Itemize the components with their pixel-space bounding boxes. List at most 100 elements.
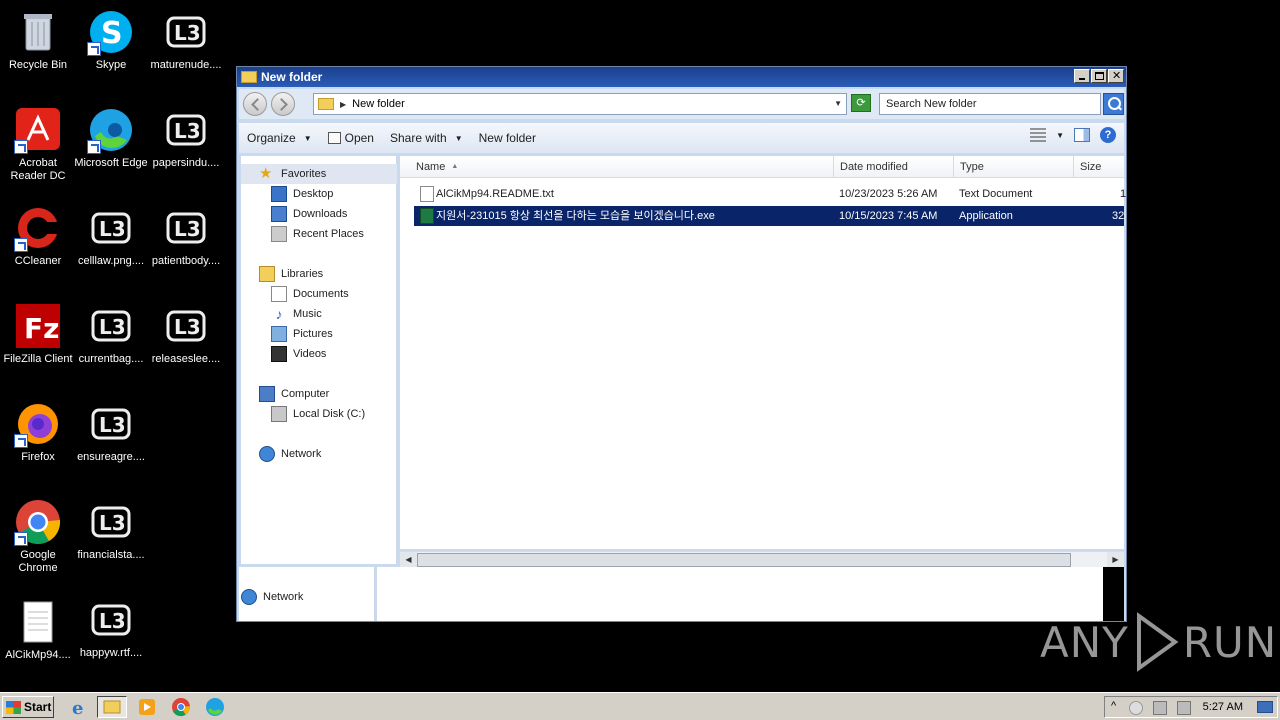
acrobat-icon <box>14 106 62 154</box>
network-icon <box>241 589 257 605</box>
desktop-icon-papersindu[interactable]: L3 papersindu.... <box>148 106 224 170</box>
column-date-modified[interactable]: Date modified <box>834 156 954 178</box>
generic-doc-icon: L3 <box>87 498 135 546</box>
address-bar: ▶ New folder ▼ ⟳ Search New folder <box>239 89 1124 119</box>
column-header: Name ▲ Date modified Type Size <box>400 156 1124 178</box>
nav-item-pictures[interactable]: Pictures <box>241 324 333 344</box>
chrome-taskbar-icon[interactable] <box>171 697 191 717</box>
breadcrumb-arrow-icon[interactable]: ▶ <box>340 100 346 109</box>
navigation-pane: ★ Favorites Desktop Downloads Recent Plac… <box>241 156 397 564</box>
horizontal-scrollbar[interactable]: ◀ ▶ <box>400 551 1124 568</box>
nav-item-label: Recent Places <box>293 228 364 240</box>
organize-button[interactable]: Organize ▼ <box>239 127 320 149</box>
ccleaner-icon <box>14 204 62 252</box>
chevron-up-icon[interactable]: ^ <box>1111 700 1116 712</box>
address-box[interactable]: ▶ New folder ▼ <box>313 93 847 115</box>
generic-doc-icon: L3 <box>162 204 210 252</box>
svg-text:L3: L3 <box>99 413 126 437</box>
nav-item-videos[interactable]: Videos <box>241 344 326 364</box>
network-tray-icon[interactable] <box>1153 701 1167 715</box>
breadcrumb[interactable]: New folder <box>352 98 405 110</box>
clock[interactable]: 5:27 AM <box>1203 701 1243 713</box>
new-folder-button[interactable]: New folder <box>471 127 544 149</box>
desktop-icon-maturenude[interactable]: L3 maturenude.... <box>148 8 224 72</box>
desktop-icon-chrome[interactable]: Google Chrome <box>0 498 76 575</box>
edge-taskbar-icon[interactable] <box>205 697 225 717</box>
desktop-icon-skype[interactable]: S Skype <box>73 8 149 72</box>
recycle-bin-icon <box>14 8 62 56</box>
desktop-icon-recycle-bin[interactable]: Recycle Bin <box>0 8 76 72</box>
svg-text:L3: L3 <box>99 511 126 535</box>
help-icon[interactable]: ? <box>1100 127 1116 143</box>
column-type[interactable]: Type <box>954 156 1074 178</box>
desktop-icon-patientbody[interactable]: L3 patientbody.... <box>148 204 224 268</box>
column-size[interactable]: Size <box>1074 156 1124 178</box>
text-file-icon <box>420 186 434 202</box>
volume-icon[interactable] <box>1177 701 1191 715</box>
desktop-icon-celllaw[interactable]: L3 celllaw.png.... <box>73 204 149 268</box>
nav-item-label: Documents <box>293 288 349 300</box>
nav-item-desktop[interactable]: Desktop <box>241 184 333 204</box>
search-input[interactable]: Search New folder <box>879 93 1101 115</box>
desktop-icon-readme[interactable]: AlCikMp94.... <box>0 598 76 662</box>
file-date: 10/15/2023 7:45 AM <box>839 210 938 222</box>
nav-item-documents[interactable]: Documents <box>241 284 349 304</box>
edge-icon <box>87 106 135 154</box>
back-button[interactable] <box>243 92 267 116</box>
start-button[interactable]: Start <box>2 696 54 718</box>
nav-item-downloads[interactable]: Downloads <box>241 204 347 224</box>
nav-item-libraries[interactable]: Libraries <box>241 264 323 284</box>
column-name[interactable]: Name ▲ <box>400 156 834 178</box>
file-date: 10/23/2023 5:26 AM <box>839 188 938 200</box>
forward-button[interactable] <box>271 92 295 116</box>
nav-item-network-bottom[interactable]: Network <box>239 587 303 607</box>
nav-item-music[interactable]: ♪ Music <box>241 304 322 324</box>
explorer-taskbar-icon[interactable] <box>97 696 127 718</box>
chevron-down-icon[interactable]: ▼ <box>1056 131 1064 140</box>
window-titlebar[interactable]: New folder ✕ <box>237 67 1126 87</box>
table-row[interactable]: 지원서-231015 항상 최선을 다하는 모습을 보이겠습니다.exe 10/… <box>414 206 1124 226</box>
chevron-down-icon: ▼ <box>454 133 463 143</box>
action-center-icon[interactable] <box>1129 701 1143 715</box>
preview-pane-icon[interactable] <box>1074 128 1090 142</box>
scroll-thumb[interactable] <box>417 553 1071 567</box>
desktop-icon-edge[interactable]: Microsoft Edge <box>73 106 149 170</box>
chrome-icon <box>14 498 62 546</box>
change-view-icon[interactable] <box>1030 128 1047 142</box>
minimize-button[interactable] <box>1074 69 1090 83</box>
desktop-icon-ensureagre[interactable]: L3 ensureagre.... <box>73 400 149 464</box>
search-icon[interactable] <box>1103 93 1124 115</box>
libraries-icon <box>259 266 275 282</box>
chevron-down-icon[interactable]: ▼ <box>834 99 842 108</box>
nav-item-recent-places[interactable]: Recent Places <box>241 224 364 244</box>
desktop-icon-acrobat[interactable]: Acrobat Reader DC <box>0 106 76 183</box>
desktop-icon-ccleaner[interactable]: CCleaner <box>0 204 76 268</box>
text-file-icon <box>14 598 62 646</box>
nav-item-favorites[interactable]: ★ Favorites <box>241 164 397 184</box>
ie-icon[interactable]: e <box>70 697 90 719</box>
media-player-icon[interactable] <box>137 697 157 717</box>
desktop-icon-label: happyw.rtf.... <box>79 647 143 659</box>
desktop-icon-label: maturenude.... <box>150 59 222 71</box>
refresh-button[interactable]: ⟳ <box>851 94 871 112</box>
nav-item-computer[interactable]: Computer <box>241 384 329 404</box>
table-row[interactable]: AlCikMp94.README.txt 10/23/2023 5:26 AM … <box>414 184 1126 204</box>
chevron-down-icon: ▼ <box>303 133 312 143</box>
nav-item-local-disk[interactable]: Local Disk (C:) <box>241 404 365 424</box>
desktop-icon-financialsta[interactable]: L3 financialsta.... <box>73 498 149 562</box>
desktop-icon-currentbag[interactable]: L3 currentbag.... <box>73 302 149 366</box>
show-desktop-icon[interactable] <box>1257 701 1273 713</box>
scroll-right-icon[interactable]: ▶ <box>1107 552 1124 568</box>
desktop-icon-firefox[interactable]: Firefox <box>0 400 76 464</box>
desktop-icon-releaseslee[interactable]: L3 releaseslee.... <box>148 302 224 366</box>
share-with-button[interactable]: Share with ▼ <box>382 127 471 149</box>
desktop-icon-happyw[interactable]: L3 happyw.rtf.... <box>73 596 149 660</box>
file-type: Text Document <box>959 188 1033 200</box>
scroll-left-icon[interactable]: ◀ <box>400 552 417 568</box>
nav-item-network[interactable]: Network <box>241 444 321 464</box>
maximize-button[interactable] <box>1091 69 1107 83</box>
close-button[interactable]: ✕ <box>1108 69 1124 83</box>
documents-icon <box>271 286 287 302</box>
desktop-icon-filezilla[interactable]: Fz FileZilla Client <box>0 302 76 366</box>
open-button[interactable]: Open <box>320 127 382 149</box>
